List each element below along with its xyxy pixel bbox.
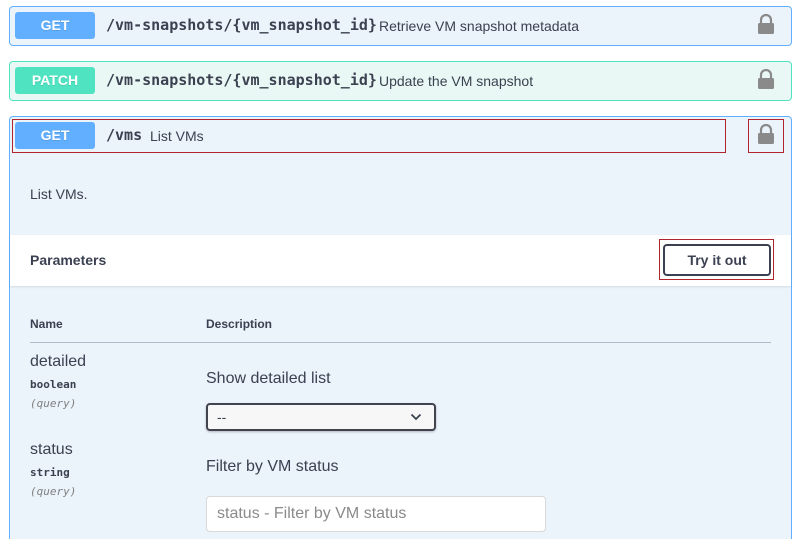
lock-highlight [748, 119, 784, 153]
method-badge: PATCH [15, 67, 95, 94]
param-name: status [30, 441, 73, 458]
parameters-header: Parameters Try it out [10, 235, 791, 286]
param-type: string [30, 466, 70, 479]
header-divider [30, 342, 771, 343]
operation-description: List VMs. [30, 186, 88, 202]
chevron-down-icon [410, 413, 422, 421]
summary-highlight [12, 119, 726, 153]
param-description: Filter by VM status [206, 458, 339, 475]
method-badge: GET [15, 12, 95, 39]
param-description: Show detailed list [206, 370, 331, 387]
try-it-out-button[interactable]: Try it out [663, 244, 771, 276]
endpoint-path: /vm-snapshots/{vm_snapshot_id} [106, 16, 377, 34]
lock-icon[interactable] [757, 68, 775, 90]
param-in: (query) [30, 397, 77, 410]
opblock-summary[interactable]: PATCH /vm-snapshots/{vm_snapshot_id} Upd… [10, 62, 791, 99]
opblock-get-vm-snapshot: GET /vm-snapshots/{vm_snapshot_id} Retri… [9, 6, 792, 46]
lock-icon[interactable] [757, 13, 775, 35]
param-name: detailed [30, 353, 87, 370]
param-in: (query) [30, 485, 77, 498]
endpoint-path: /vm-snapshots/{vm_snapshot_id} [106, 71, 377, 89]
endpoint-summary: Retrieve VM snapshot metadata [379, 18, 579, 34]
column-header-description: Description [206, 317, 273, 331]
endpoint-summary: Update the VM snapshot [379, 73, 534, 89]
detailed-select[interactable]: -- [206, 403, 436, 431]
status-input[interactable] [206, 496, 546, 532]
column-header-name: Name [30, 317, 63, 331]
parameters-title: Parameters [30, 252, 107, 268]
opblock-get-vms: GET /vms List VMs List VMs. Parameters T… [9, 116, 792, 539]
opblock-summary[interactable]: GET /vm-snapshots/{vm_snapshot_id} Retri… [10, 7, 791, 44]
opblock-patch-vm-snapshot: PATCH /vm-snapshots/{vm_snapshot_id} Upd… [9, 61, 792, 101]
select-value: -- [217, 409, 227, 425]
param-type: boolean [30, 378, 77, 391]
